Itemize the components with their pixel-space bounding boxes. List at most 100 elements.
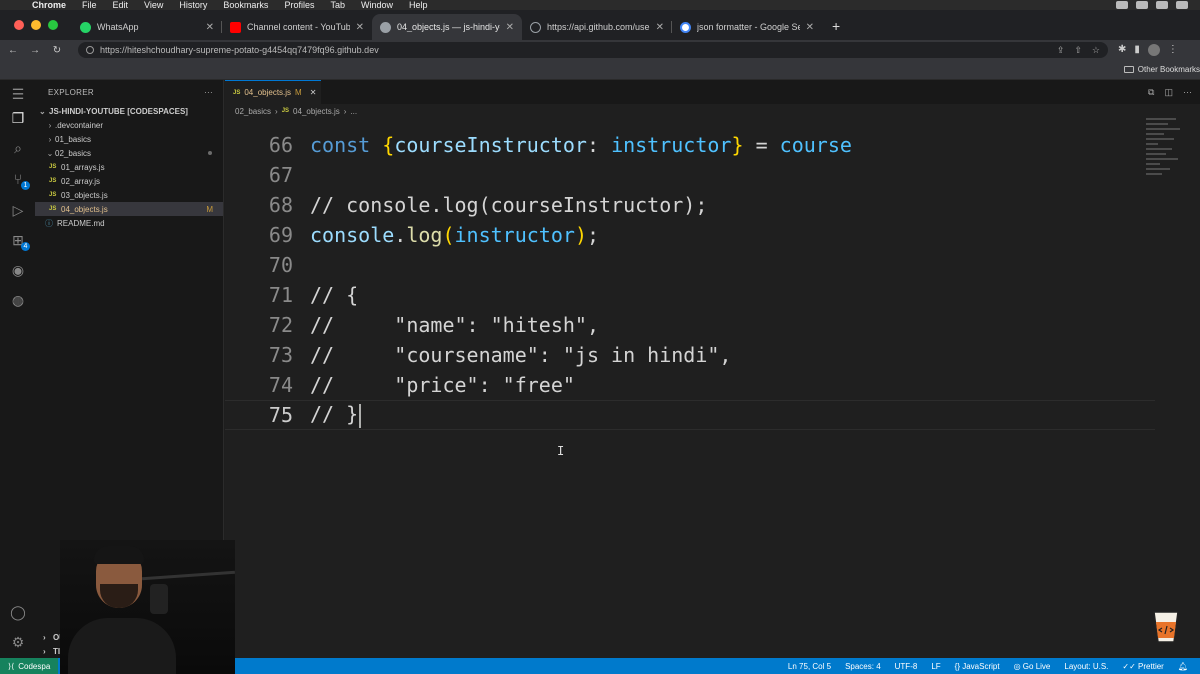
close-tab-icon[interactable]: ✕	[506, 22, 514, 33]
breadcrumb-symbol[interactable]: ...	[350, 107, 357, 116]
go-live-label: Go Live	[1022, 661, 1051, 671]
code-line: 71 // {	[225, 280, 1155, 310]
prettier-status[interactable]: ✓✓ Prettier	[1122, 662, 1163, 671]
menu-help[interactable]: Help	[409, 0, 428, 10]
line-number: 66	[268, 133, 293, 157]
menu-profiles[interactable]: Profiles	[284, 0, 314, 10]
tree-file-04-objects[interactable]: JS 04_objects.js M	[35, 202, 223, 216]
tree-folder-02-basics[interactable]: ⌄ 02_basics	[35, 146, 223, 160]
more-actions-icon[interactable]: ···	[204, 88, 213, 97]
notifications-bell-icon[interactable]: 🔔︎	[1178, 662, 1188, 671]
browser-tab-github-api[interactable]: https://api.github.com/users/h ✕	[522, 14, 672, 40]
menu-file[interactable]: File	[82, 0, 97, 10]
language-mode[interactable]: {} JavaScript	[955, 662, 1000, 671]
source-control-icon[interactable]: ⑂ 1	[10, 171, 30, 190]
js-file-icon: JS	[49, 164, 57, 170]
code-editor[interactable]: 66 const {courseInstructor: instructor} …	[225, 118, 1155, 618]
browser-tab-whatsapp[interactable]: WhatsApp ✕	[72, 14, 222, 40]
tree-file-03-objects[interactable]: JS 03_objects.js	[35, 188, 223, 202]
split-editor-icon[interactable]: ◫	[1164, 87, 1173, 98]
workspace-root-folder[interactable]: ⌄ JS-HINDI-YOUTUBE [CODESPACES]	[35, 104, 223, 118]
menu-window[interactable]: Window	[361, 0, 393, 10]
remote-indicator[interactable]: ⟩⟨ Codespa	[0, 658, 59, 674]
close-tab-icon[interactable]: ✕	[656, 22, 664, 33]
end-of-line[interactable]: LF	[931, 662, 940, 671]
editor-actions: ⧉ ◫ ···	[1148, 87, 1192, 98]
status-icon[interactable]	[1136, 1, 1148, 9]
code-line: 67	[225, 160, 1155, 190]
extensions-icon[interactable]: ✱	[1118, 44, 1126, 56]
install-icon[interactable]: ⇪	[1057, 45, 1065, 56]
browser-menu-icon[interactable]: ⋮	[1168, 44, 1178, 56]
bookmark-star-icon[interactable]: ☆	[1092, 45, 1100, 56]
zoom-window-button[interactable]	[48, 20, 58, 30]
chevron-down-icon: ⌄	[39, 106, 46, 116]
tree-file-readme[interactable]: ⓘ README.md	[35, 216, 223, 230]
browser-tab-youtube[interactable]: Channel content - YouTube Stu ✕	[222, 14, 372, 40]
chevron-right-icon: ›	[343, 106, 347, 116]
run-debug-icon[interactable]: ▷	[10, 202, 26, 218]
forward-arrow-icon[interactable]: →	[26, 45, 44, 56]
control-center-icon[interactable]	[1176, 1, 1188, 9]
minimap[interactable]	[1146, 118, 1186, 218]
breadcrumb-folder[interactable]: 02_basics	[235, 107, 271, 116]
mouse-ibeam-cursor-icon: I	[557, 444, 565, 458]
reload-icon[interactable]: ↻	[48, 45, 66, 56]
close-tab-icon[interactable]: ✕	[310, 88, 317, 97]
tree-folder-01-basics[interactable]: › 01_basics	[35, 132, 223, 146]
github-icon[interactable]: ◉	[10, 262, 26, 278]
explorer-icon[interactable]: ❐	[10, 110, 26, 126]
tree-file-01-arrays[interactable]: JS 01_arrays.js	[35, 160, 223, 174]
code-text: // "coursename": "js in hindi",	[310, 343, 732, 367]
menu-edit[interactable]: Edit	[113, 0, 129, 10]
settings-gear-icon[interactable]: ⚙	[10, 634, 26, 650]
close-tab-icon[interactable]: ✕	[806, 22, 814, 33]
menu-app-name[interactable]: Chrome	[32, 0, 66, 10]
menu-history[interactable]: History	[179, 0, 207, 10]
menu-bookmarks[interactable]: Bookmarks	[223, 0, 268, 10]
cursor-position[interactable]: Ln 75, Col 5	[788, 662, 831, 671]
close-window-button[interactable]	[14, 20, 24, 30]
menu-view[interactable]: View	[144, 0, 163, 10]
tree-file-02-array[interactable]: JS 02_array.js	[35, 174, 223, 188]
side-panel-icon[interactable]: ▮	[1134, 44, 1140, 56]
wifi-icon[interactable]	[1156, 1, 1168, 9]
bookmarks-bar: Other Bookmarks	[0, 60, 1200, 80]
whatsapp-icon	[80, 21, 91, 33]
docker-icon[interactable]: ◍	[10, 292, 26, 308]
code-text: const {courseInstructor: instructor} = c…	[310, 133, 852, 157]
share-icon[interactable]: ⇧	[1074, 45, 1082, 56]
compare-changes-icon[interactable]: ⧉	[1148, 87, 1154, 98]
keyboard-layout[interactable]: Layout: U.S.	[1064, 662, 1108, 671]
site-info-icon[interactable]	[86, 46, 94, 54]
profile-avatar[interactable]	[1147, 44, 1160, 56]
account-icon[interactable]: ◯	[10, 604, 26, 620]
tree-folder-devcontainer[interactable]: › .devcontainer	[35, 118, 223, 132]
close-tab-icon[interactable]: ✕	[206, 22, 214, 33]
js-file-icon: JS	[49, 192, 57, 198]
back-arrow-icon[interactable]: ←	[4, 45, 22, 56]
presenter-webcam	[60, 540, 235, 674]
editor-tab-04-objects[interactable]: JS 04_objects.js M ✕	[225, 80, 321, 104]
search-icon[interactable]: ⌕	[10, 140, 26, 156]
new-tab-button[interactable]: +	[822, 18, 850, 40]
browser-tab-google[interactable]: json formatter - Google Search ✕	[672, 14, 822, 40]
indentation[interactable]: Spaces: 4	[845, 662, 881, 671]
menu-icon[interactable]: ☰	[10, 86, 26, 102]
other-bookmarks[interactable]: Other Bookmarks	[1123, 65, 1200, 74]
extensions-icon[interactable]: ⊞ 4	[10, 232, 30, 251]
go-live-button[interactable]: ◎ Go Live	[1014, 662, 1051, 671]
address-toolbar: ← → ↻ https://hiteshchoudhary-supreme-po…	[0, 40, 1200, 60]
js-file-icon: JS	[49, 206, 57, 212]
line-number: 70	[268, 253, 293, 277]
url-bar[interactable]: https://hiteshchoudhary-supreme-potato-g…	[78, 42, 1108, 58]
line-number: 69	[268, 223, 293, 247]
encoding[interactable]: UTF-8	[895, 662, 918, 671]
menu-tab[interactable]: Tab	[330, 0, 345, 10]
status-icon[interactable]	[1116, 1, 1128, 9]
close-tab-icon[interactable]: ✕	[356, 22, 364, 33]
minimize-window-button[interactable]	[31, 20, 41, 30]
browser-tab-codespace[interactable]: 04_objects.js — js-hindi-youtu ✕	[372, 14, 522, 40]
more-actions-icon[interactable]: ···	[1183, 87, 1192, 98]
breadcrumb-file[interactable]: 04_objects.js	[293, 107, 340, 116]
